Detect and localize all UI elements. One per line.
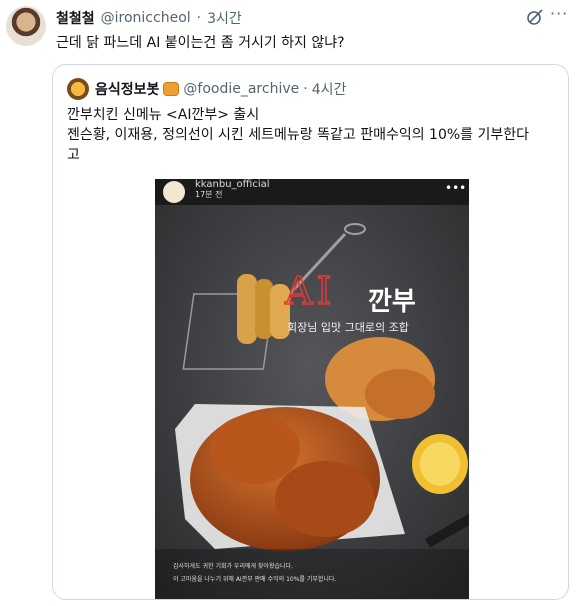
tweet-header: 철철철 @ironiccheol · 3시간 bbox=[56, 8, 242, 28]
brand-headline: 깐부 bbox=[368, 287, 416, 317]
media-image[interactable]: kkanbu_official 17분 전 ••• AI 깐부 회장님 입맛 그… bbox=[155, 179, 469, 599]
quote-display-name[interactable]: 음식정보봇 bbox=[95, 79, 159, 99]
quote-separator: · bbox=[303, 81, 308, 97]
quote-handle[interactable]: @foodie_archive bbox=[183, 81, 299, 97]
pancake-emoji-icon bbox=[163, 82, 180, 96]
caption-line: 이 고마움을 나누기 위해 AI깐부 판매 수익의 10%를 기부합니다. bbox=[173, 576, 337, 583]
quote-line: 깐부치킨 신메뉴 <AI깐부> 출시 bbox=[67, 107, 260, 123]
ai-headline: AI bbox=[284, 268, 336, 314]
grok-icon[interactable] bbox=[526, 8, 544, 26]
tweet-text: 근데 닭 파느데 AI 붙이는건 좀 거시기 하지 않냐? bbox=[56, 35, 345, 51]
separator: · bbox=[196, 10, 202, 26]
food-photo bbox=[155, 179, 469, 599]
story-time: 17분 전 bbox=[195, 190, 223, 199]
story-header: kkanbu_official 17분 전 ••• bbox=[155, 179, 469, 205]
quote-header: 음식정보봇 @foodie_archive · 4시간 bbox=[95, 79, 346, 99]
quote-line: 고 bbox=[67, 147, 80, 163]
brand-logo bbox=[163, 181, 185, 203]
avatar[interactable] bbox=[6, 6, 46, 46]
display-name[interactable]: 철철철 bbox=[56, 8, 95, 28]
story-more-icon: ••• bbox=[445, 181, 467, 195]
quote-text: 깐부치킨 신메뉴 <AI깐부> 출시 젠슨황, 이재용, 정의선이 시킨 세트메… bbox=[67, 105, 557, 165]
caption-line: 감사하게도 귀한 기회가 우리에게 찾아왔습니다. bbox=[173, 563, 293, 570]
timestamp[interactable]: 3시간 bbox=[207, 8, 242, 28]
quote-timestamp[interactable]: 4시간 bbox=[312, 79, 347, 99]
more-icon[interactable]: ··· bbox=[550, 4, 568, 23]
quote-line: 젠슨황, 이재용, 정의선이 시킨 세트메뉴랑 똑같고 판매수익의 10%를 기… bbox=[67, 127, 530, 143]
quoted-tweet[interactable]: 음식정보봇 @foodie_archive · 4시간 깐부치킨 신메뉴 <AI… bbox=[52, 64, 569, 600]
quote-avatar[interactable] bbox=[67, 78, 89, 100]
handle[interactable]: @ironiccheol bbox=[101, 10, 191, 26]
tagline: 회장님 입맛 그대로의 조합 bbox=[287, 321, 409, 334]
